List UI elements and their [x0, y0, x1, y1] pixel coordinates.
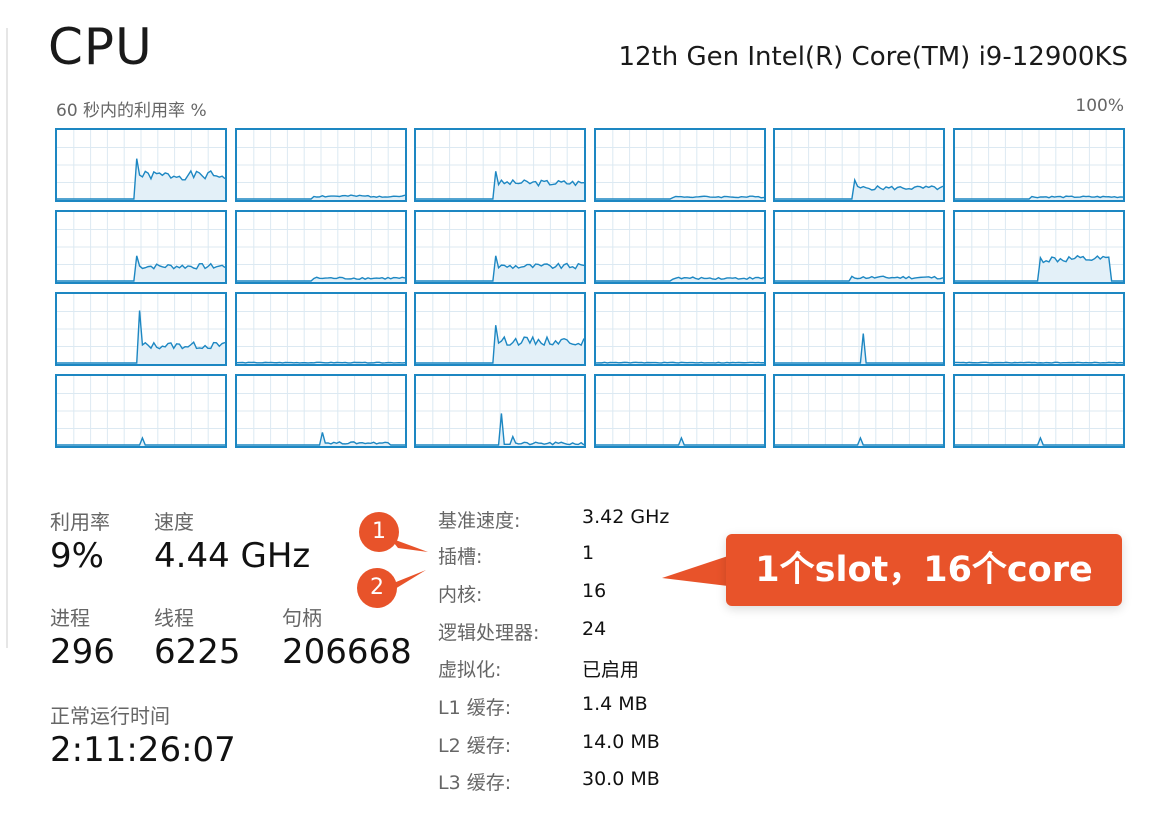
- virtualization-value: 已启用: [582, 659, 640, 681]
- core-graph[interactable]: [953, 292, 1125, 366]
- speed-value: 4.44 GHz: [154, 536, 311, 576]
- core-graph[interactable]: [234, 374, 407, 448]
- utilization-value: 9%: [50, 536, 104, 576]
- core-graph-plot: [416, 294, 585, 364]
- left-divider: [6, 28, 8, 648]
- handles-label: 句柄: [282, 606, 322, 630]
- logical-processors-value: 24: [582, 618, 607, 640]
- logical-processors-label: 逻辑处理器:: [438, 622, 540, 644]
- core-graph-plot: [955, 294, 1123, 364]
- core-graph-plot: [57, 212, 225, 282]
- core-graph-plot: [236, 294, 405, 364]
- threads-value: 6225: [154, 632, 241, 672]
- core-graph[interactable]: [234, 210, 407, 284]
- core-graph[interactable]: [593, 292, 766, 366]
- core-graph[interactable]: [234, 128, 407, 202]
- l3-cache-value: 30.0 MB: [582, 768, 660, 790]
- handles-value: 206668: [282, 632, 412, 672]
- core-graph[interactable]: [773, 210, 946, 284]
- core-utilization-line: [595, 361, 764, 364]
- page-title: CPU: [48, 18, 153, 76]
- core-graph-plot: [236, 130, 405, 200]
- core-graph-plot: [955, 130, 1123, 200]
- core-graph-plot: [595, 212, 764, 282]
- cores-label: 内核:: [438, 584, 483, 606]
- graph-axis-label: 60 秒内的利用率 %: [56, 101, 207, 121]
- core-graph[interactable]: [55, 374, 227, 448]
- core-graph-plot: [595, 376, 764, 446]
- l1-cache-label: L1 缓存:: [438, 697, 512, 719]
- sockets-value: 1: [582, 542, 595, 564]
- core-graph-plot: [57, 376, 225, 446]
- core-graph-plot: [595, 130, 764, 200]
- base-speed-label: 基准速度:: [438, 510, 521, 532]
- processes-label: 进程: [50, 606, 90, 630]
- core-utilization-grid[interactable]: [55, 128, 1125, 450]
- l2-cache-label: L2 缓存:: [438, 735, 512, 757]
- core-graph[interactable]: [55, 210, 227, 284]
- core-graph[interactable]: [55, 128, 227, 202]
- l2-cache-value: 14.0 MB: [582, 731, 660, 753]
- core-graph-plot: [955, 212, 1123, 282]
- virtualization-label: 虚拟化:: [438, 659, 502, 681]
- core-graph[interactable]: [953, 210, 1125, 284]
- annotation-badge-2: 2: [357, 568, 397, 608]
- uptime-value: 2:11:26:07: [50, 730, 236, 770]
- core-graph-plot: [236, 376, 405, 446]
- core-graph[interactable]: [773, 128, 946, 202]
- core-graph[interactable]: [953, 128, 1125, 202]
- core-utilization-line: [955, 361, 1123, 364]
- processes-value: 296: [50, 632, 115, 672]
- l1-cache-value: 1.4 MB: [582, 693, 648, 715]
- l3-cache-label: L3 缓存:: [438, 772, 512, 794]
- speed-label: 速度: [154, 510, 194, 534]
- core-graph-plot: [57, 294, 225, 364]
- cores-value: 16: [582, 580, 607, 602]
- graph-max-label: 100%: [1075, 96, 1124, 116]
- core-graph-plot: [955, 376, 1123, 446]
- core-graph-plot: [416, 130, 585, 200]
- core-graph[interactable]: [55, 292, 227, 366]
- core-graph[interactable]: [773, 374, 946, 448]
- annotation-callout: 1个slot，16个core: [726, 534, 1122, 606]
- core-graph[interactable]: [414, 128, 587, 202]
- core-graph[interactable]: [593, 374, 766, 448]
- core-graph-plot: [416, 212, 585, 282]
- core-graph[interactable]: [593, 210, 766, 284]
- core-graph-plot: [57, 130, 225, 200]
- uptime-label: 正常运行时间: [50, 704, 170, 728]
- core-graph[interactable]: [414, 210, 587, 284]
- core-graph[interactable]: [953, 374, 1125, 448]
- core-graph[interactable]: [414, 292, 587, 366]
- annotation-badge-1: 1: [359, 512, 399, 552]
- utilization-label: 利用率: [50, 510, 110, 534]
- core-graph-plot: [775, 212, 944, 282]
- core-graph[interactable]: [234, 292, 407, 366]
- base-speed-value: 3.42 GHz: [582, 506, 670, 528]
- cpu-model-name: 12th Gen Intel(R) Core(TM) i9-12900KS: [618, 42, 1128, 72]
- sockets-label: 插槽:: [438, 546, 483, 568]
- callout-tail: [662, 556, 728, 586]
- core-graph-plot: [775, 376, 944, 446]
- core-graph-plot: [236, 212, 405, 282]
- core-graph-plot: [775, 294, 944, 364]
- core-utilization-line: [236, 361, 405, 364]
- core-graph[interactable]: [773, 292, 946, 366]
- core-graph[interactable]: [414, 374, 587, 448]
- core-graph-plot: [775, 130, 944, 200]
- core-graph-plot: [595, 294, 764, 364]
- core-graph-plot: [416, 376, 585, 446]
- threads-label: 线程: [154, 606, 194, 630]
- core-graph[interactable]: [593, 128, 766, 202]
